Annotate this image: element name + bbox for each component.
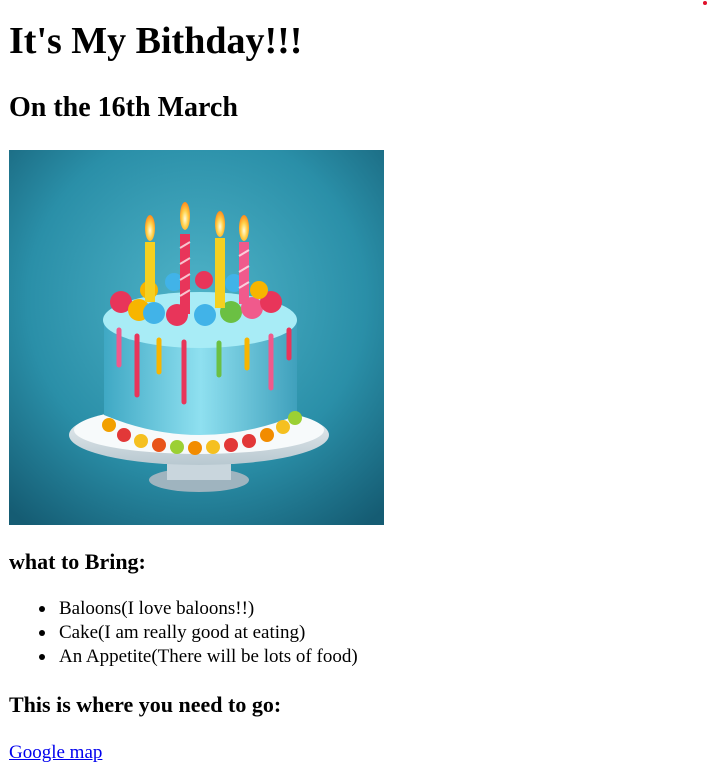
page-title: It's My Bithday!!! [9, 20, 303, 62]
list-item: An Appetite(There will be lots of food) [9, 645, 358, 669]
corner-dot [703, 1, 707, 5]
google-map-link[interactable]: Google map [9, 741, 102, 765]
list-item: Cake(I am really good at eating) [9, 621, 358, 645]
bring-list: Baloons(I love baloons!!) Cake(I am real… [9, 597, 358, 669]
location-heading: This is where you need to go: [9, 692, 282, 717]
list-item: Baloons(I love baloons!!) [9, 597, 358, 621]
bring-heading: what to Bring: [9, 549, 146, 574]
page-subtitle: On the 16th March [9, 92, 238, 123]
birthday-cake-image [9, 150, 384, 525]
